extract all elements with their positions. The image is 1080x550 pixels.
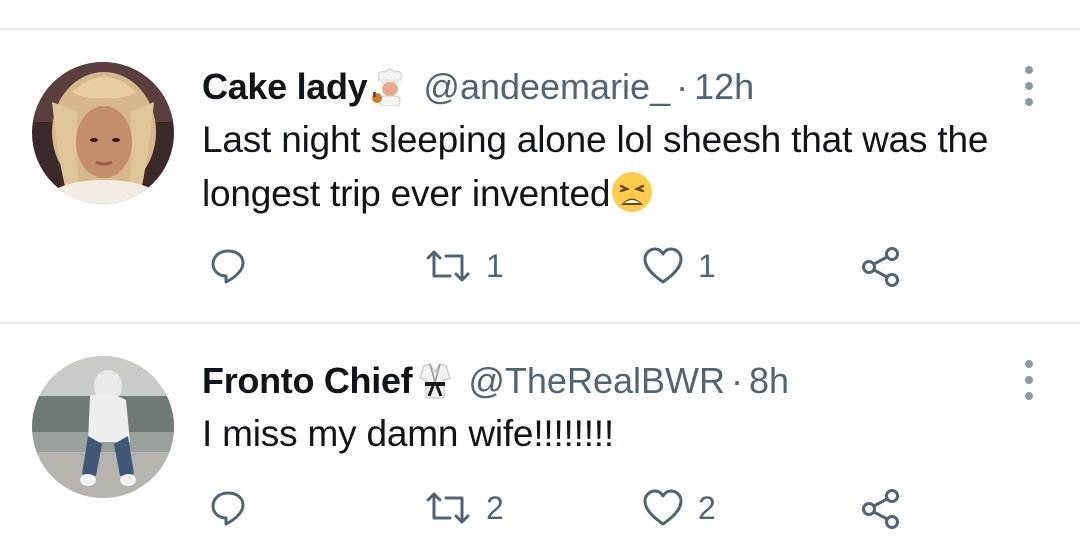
avatar-image bbox=[32, 356, 174, 498]
tweet-text-body: Last night sleeping alone lol sheesh tha… bbox=[202, 119, 989, 214]
display-name[interactable]: Cake lady bbox=[202, 66, 368, 108]
share-icon bbox=[862, 489, 899, 529]
user-handle[interactable]: @andeemarie_ bbox=[423, 66, 670, 108]
avatar[interactable] bbox=[32, 356, 174, 498]
like-count: 2 bbox=[698, 489, 716, 526]
more-options-icon[interactable] bbox=[1022, 66, 1036, 106]
reply-button[interactable] bbox=[208, 488, 248, 528]
tweet-header: Fronto Chief @TheRealBWR · 8h bbox=[202, 356, 789, 406]
retweet-button[interactable]: 1 bbox=[424, 246, 504, 286]
heart-icon bbox=[643, 489, 683, 526]
more-options-icon[interactable] bbox=[1022, 360, 1036, 400]
retweet-count: 1 bbox=[486, 247, 504, 284]
retweet-count: 2 bbox=[486, 489, 504, 526]
retweet-icon bbox=[426, 492, 470, 524]
tweet-header: Cake lady @andeemarie_ · 12h bbox=[202, 62, 754, 112]
timestamp[interactable]: 8h bbox=[749, 360, 789, 402]
avatar-image bbox=[32, 62, 174, 204]
like-button[interactable]: 1 bbox=[642, 246, 716, 286]
separator-dot: · bbox=[730, 360, 743, 401]
like-count: 1 bbox=[698, 247, 716, 284]
avatar[interactable] bbox=[32, 62, 174, 204]
reply-icon bbox=[211, 491, 245, 526]
like-button[interactable]: 2 bbox=[642, 488, 716, 528]
share-icon bbox=[862, 247, 899, 287]
tweet-actions: 1 1 bbox=[0, 246, 1080, 296]
tweet[interactable]: Cake lady @andeemarie_ · 12h Last night … bbox=[0, 30, 1080, 322]
display-name[interactable]: Fronto Chief bbox=[202, 360, 413, 402]
tweet-text-body: I miss my damn wife!!!!!!!! bbox=[202, 413, 614, 454]
share-button[interactable] bbox=[860, 488, 902, 530]
share-button[interactable] bbox=[860, 246, 902, 288]
weary-face-emoji-icon bbox=[610, 170, 654, 214]
tweet-actions: 2 2 bbox=[0, 488, 1080, 538]
separator-dot: · bbox=[676, 66, 689, 107]
heart-icon bbox=[643, 247, 683, 284]
martial-arts-uniform-emoji-icon bbox=[416, 362, 454, 400]
cook-emoji-icon bbox=[371, 68, 409, 107]
user-handle[interactable]: @TheRealBWR bbox=[468, 360, 725, 402]
tweet-text: Last night sleeping alone lol sheesh tha… bbox=[202, 113, 1062, 221]
tweet[interactable]: Fronto Chief @TheRealBWR · 8h I miss my … bbox=[0, 324, 1080, 550]
reply-icon bbox=[211, 249, 245, 284]
reply-button[interactable] bbox=[208, 246, 248, 286]
retweet-icon bbox=[426, 250, 470, 282]
tweet-text: I miss my damn wife!!!!!!!! bbox=[202, 407, 1062, 461]
retweet-button[interactable]: 2 bbox=[424, 488, 504, 528]
timestamp[interactable]: 12h bbox=[694, 66, 754, 108]
